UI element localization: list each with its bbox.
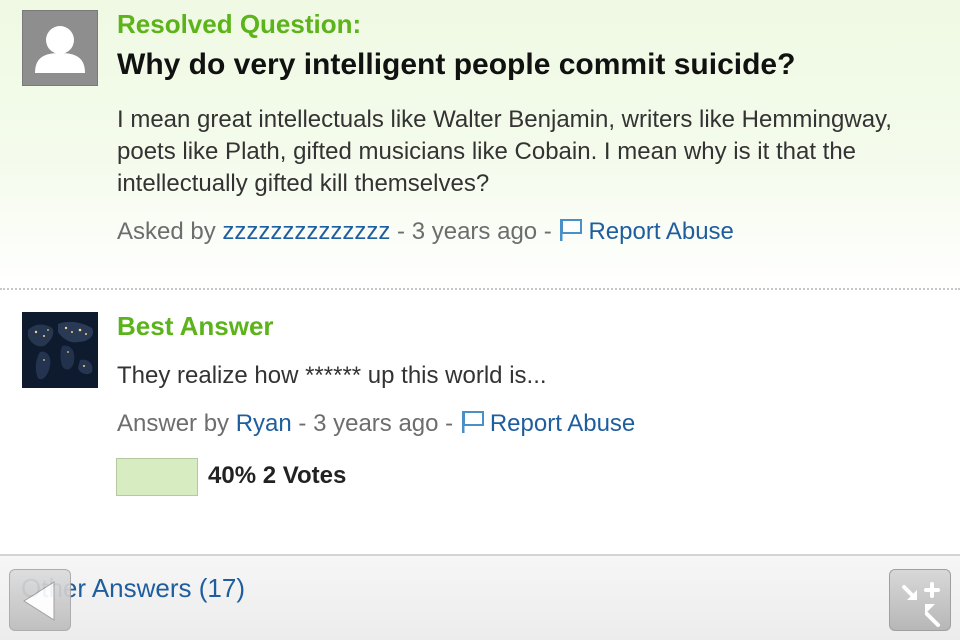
question-title: Why do very intelligent people commit su… — [117, 48, 796, 81]
best-answer-body: They realize how ****** up this world is… — [117, 362, 547, 389]
question-meta: Asked by zzzzzzzzzzzzzz - 3 years ago - … — [117, 218, 734, 246]
collapse-button[interactable] — [889, 569, 951, 631]
vote-bar — [116, 458, 198, 496]
collapse-icon — [902, 582, 940, 627]
resolved-question-heading: Resolved Question: — [117, 9, 362, 39]
best-answer-heading: Best Answer — [117, 311, 274, 341]
back-arrow-icon — [23, 581, 55, 621]
vote-count: 40% 2 Votes — [208, 462, 347, 489]
answer-meta: Answer by Ryan - 3 years ago - Report Ab… — [117, 410, 635, 438]
asker-link[interactable]: zzzzzzzzzzzzzz — [222, 218, 390, 245]
question-body: I mean great intellectuals like Walter B… — [117, 106, 892, 197]
asker-avatar[interactable] — [22, 10, 98, 86]
back-button[interactable] — [9, 569, 71, 631]
question-report-abuse-link[interactable]: Report Abuse — [588, 218, 733, 245]
answer-by-label: Answer by — [117, 410, 236, 437]
answerer-link[interactable]: Ryan — [236, 410, 292, 437]
default-user-icon — [35, 26, 85, 73]
question-section: Resolved Question: Why do very intellige… — [0, 0, 960, 288]
question-time: - 3 years ago - — [390, 218, 559, 245]
flag-icon[interactable] — [558, 218, 584, 242]
answer-report-abuse-link[interactable]: Report Abuse — [490, 410, 635, 437]
answer-time: - 3 years ago - — [291, 410, 460, 437]
section-divider — [0, 288, 960, 290]
page: Resolved Question: Why do very intellige… — [0, 0, 960, 640]
earth-at-night-avatar — [22, 312, 98, 388]
answerer-avatar[interactable] — [22, 312, 98, 388]
asked-by-label: Asked by — [117, 218, 223, 245]
flag-icon[interactable] — [460, 410, 486, 434]
